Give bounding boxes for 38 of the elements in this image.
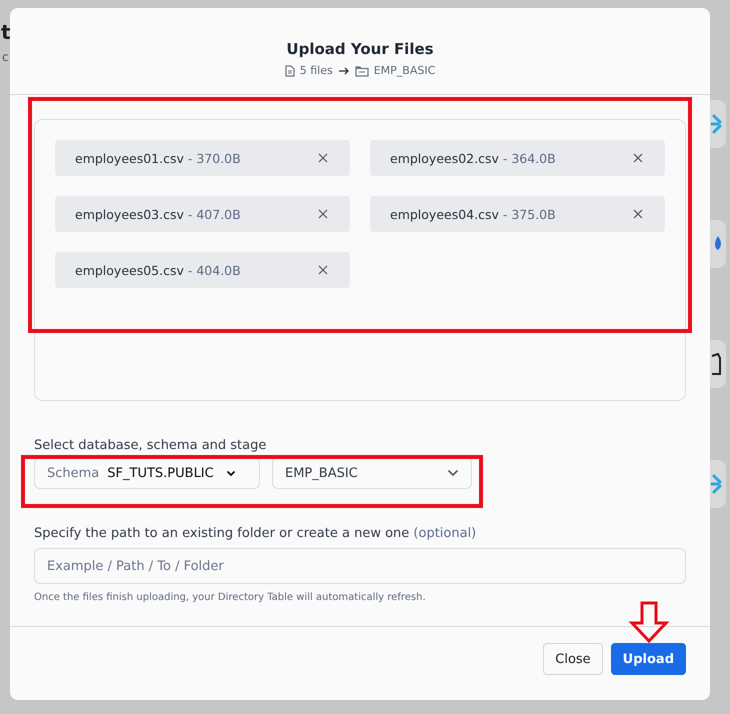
- upload-button[interactable]: Upload: [610, 643, 686, 675]
- document-icon: [284, 64, 295, 76]
- remove-button[interactable]: [631, 151, 645, 165]
- help-text: Once the files finish uploading, your Directory Table will automatically refresh.: [34, 592, 427, 603]
- file-name: employees03.csv - 407.0B: [75, 206, 241, 222]
- field-label: Select database, schema and stage: [34, 438, 268, 453]
- remove-button[interactable]: [316, 263, 330, 277]
- close-icon: [633, 209, 643, 219]
- arrow-icon: [338, 66, 350, 76]
- annotation-arrow: [628, 601, 670, 643]
- select-label: Schema: [47, 466, 100, 480]
- close-icon: [633, 153, 643, 163]
- destination-name: EMP_BASIC: [374, 64, 436, 77]
- close-button[interactable]: Close: [543, 643, 603, 675]
- path-field[interactable]: Example / Path / To / Folder: [34, 548, 686, 584]
- page-heading: t: [1, 20, 11, 44]
- remove-button[interactable]: [631, 207, 645, 221]
- page-text: c: [2, 50, 9, 64]
- stage-select[interactable]: EMP_BASIC: [272, 457, 472, 489]
- select-value: SF_TUTS.PUBLIC: [107, 466, 214, 480]
- close-icon: [318, 265, 328, 275]
- folder-icon: [354, 64, 369, 76]
- file-name: employees01.csv - 370.0B: [75, 150, 241, 166]
- close-icon: [318, 209, 328, 219]
- file-name: employees05.csv - 404.0B: [75, 262, 241, 278]
- file-count: 5 files: [300, 64, 333, 77]
- close-icon: [318, 153, 328, 163]
- select-value: EMP_BASIC: [285, 466, 358, 480]
- chevron-icon: [447, 469, 459, 477]
- field-label: Specify the path to an existing folder or create a new one (optional): [34, 526, 478, 541]
- schema-select[interactable]: Schema SF_TUTS.PUBLIC: [34, 457, 260, 489]
- file-name: employees02.csv - 364.0B: [390, 150, 556, 166]
- remove-button[interactable]: [316, 151, 330, 165]
- drop-zone[interactable]: employees01.csv - 370.0B employees02.csv - 364.0B employees03.csv - 407.0B employees04.csv - 375.0B employees05.csv - 404.0B: [34, 119, 686, 401]
- chevron-icon: [226, 470, 236, 476]
- remove-button[interactable]: [316, 207, 330, 221]
- file-name: employees04.csv - 375.0B: [390, 206, 556, 222]
- dialog-title: Upload Your Files: [286, 40, 434, 58]
